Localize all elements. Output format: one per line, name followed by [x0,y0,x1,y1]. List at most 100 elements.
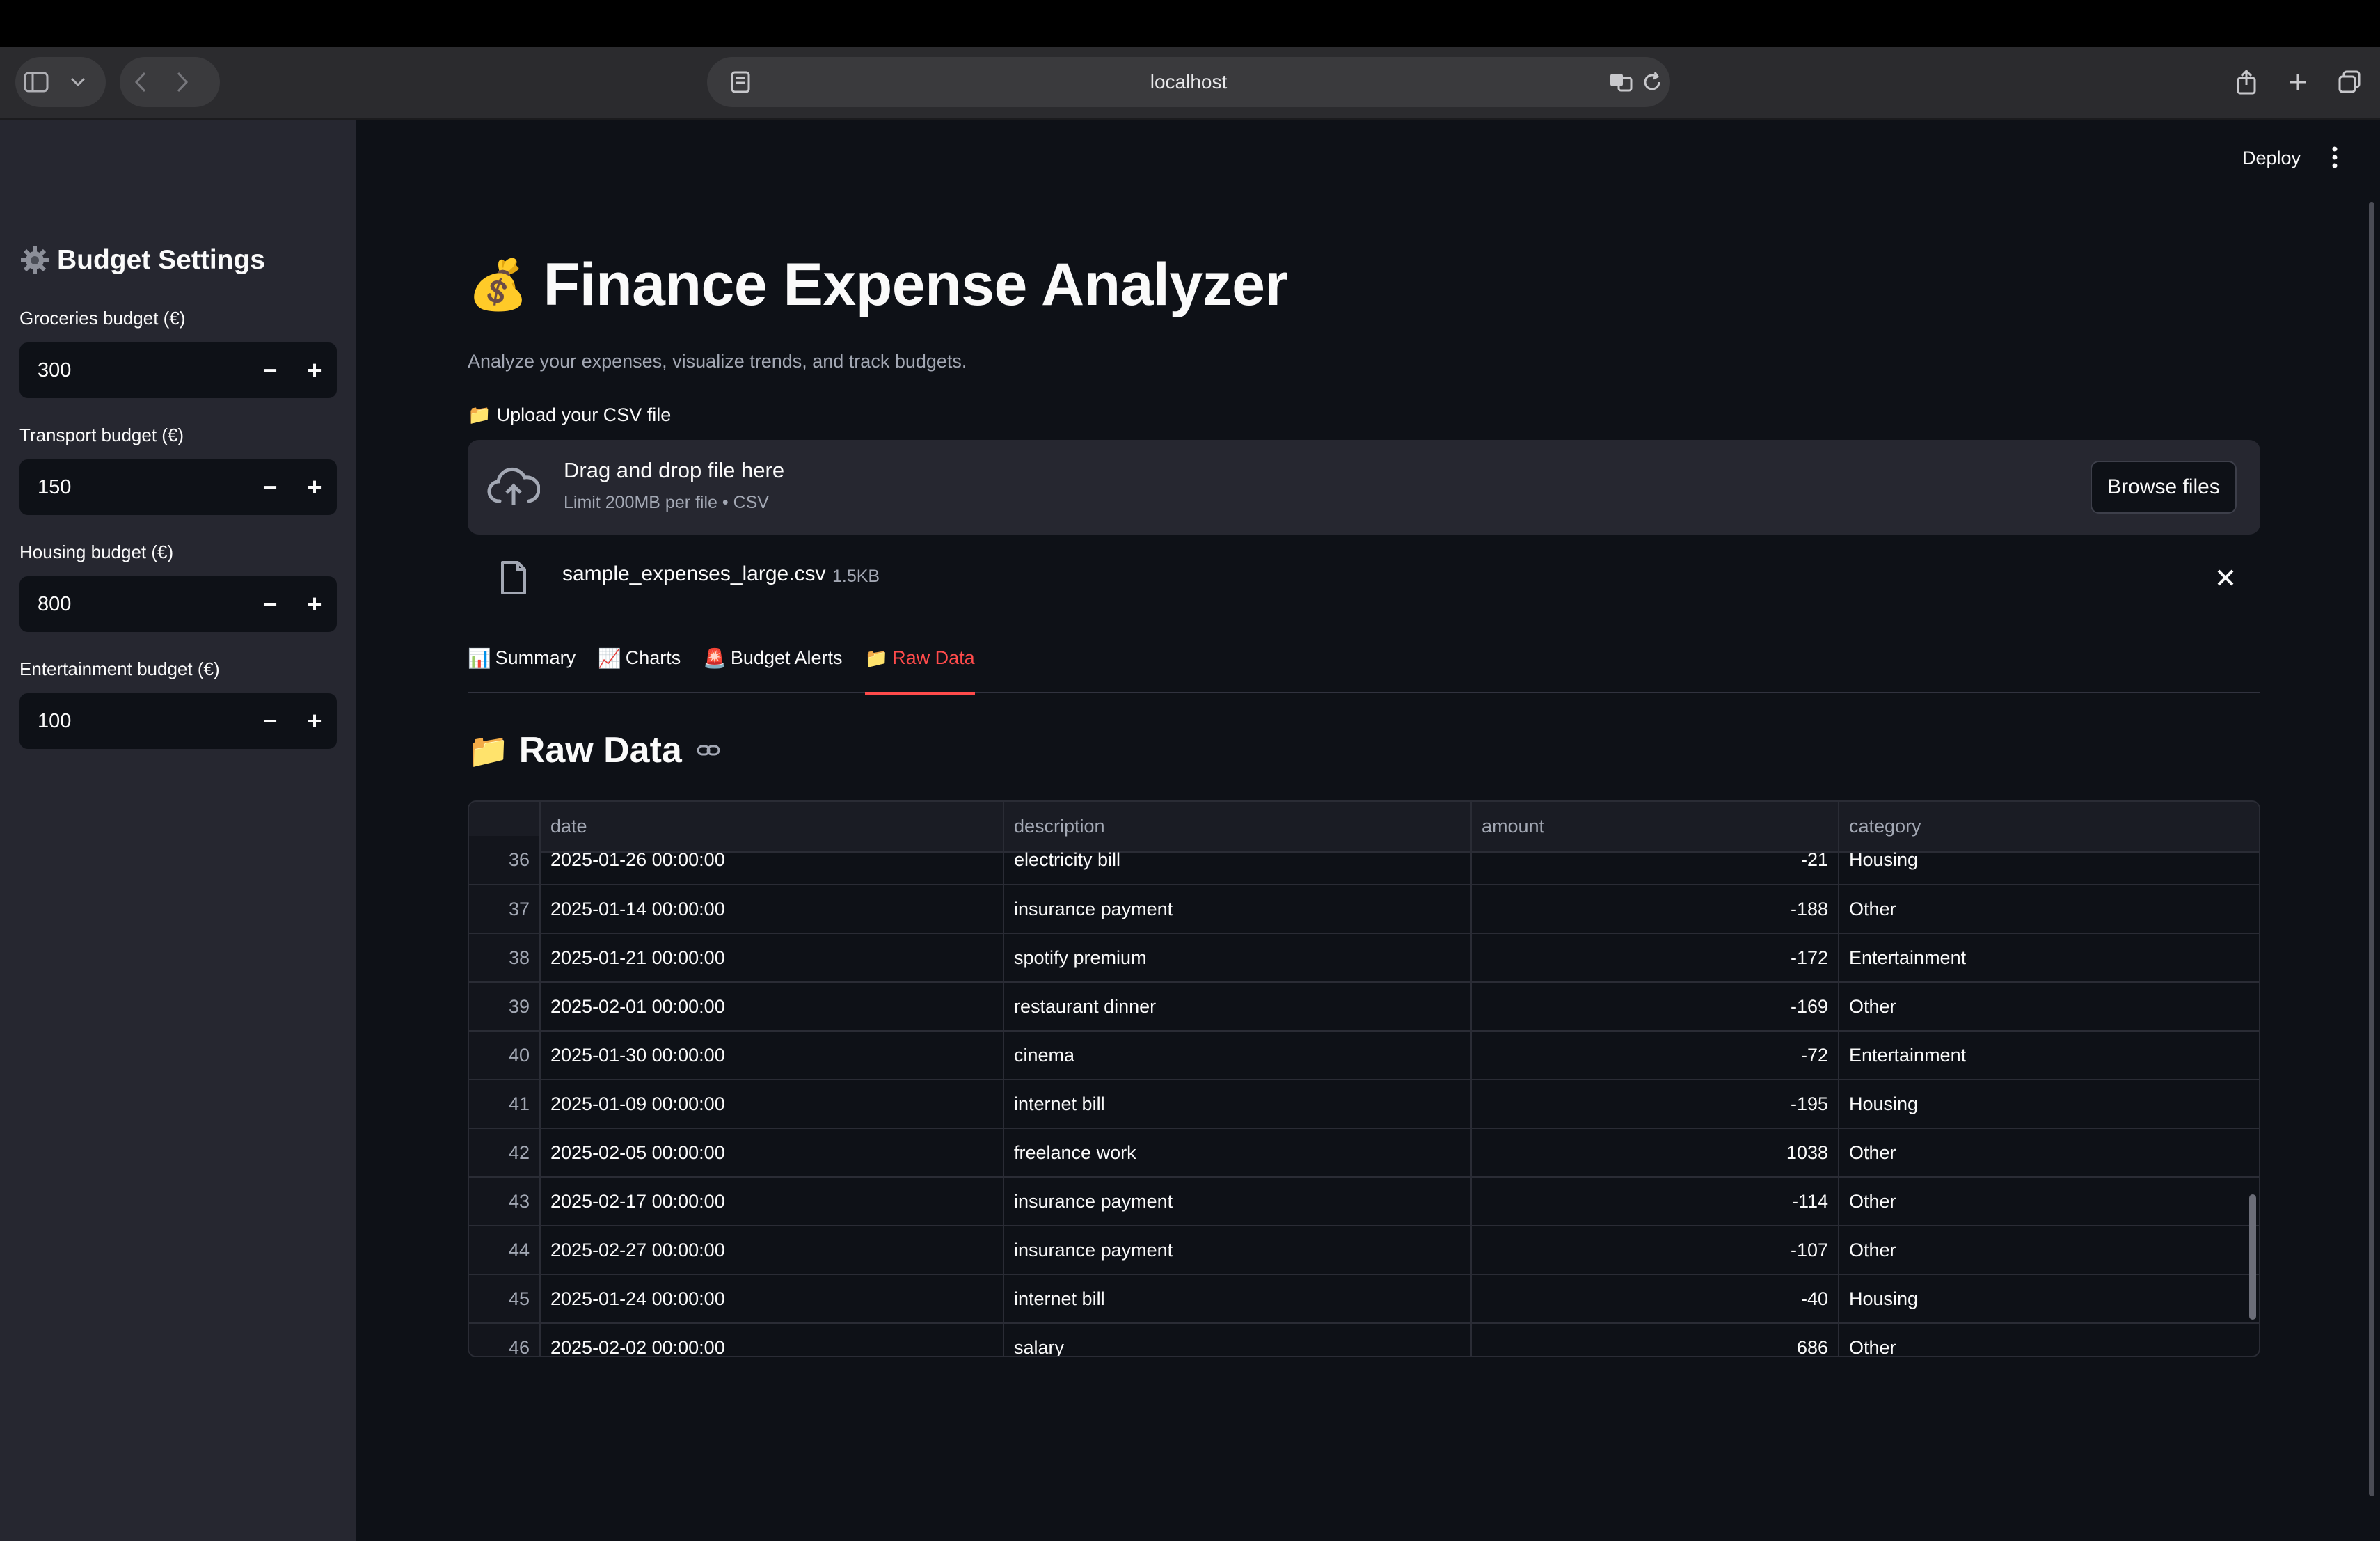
back-icon[interactable] [120,61,161,103]
description-cell[interactable]: internet bill [1003,1274,1472,1324]
description-cell[interactable]: spotify premium [1003,933,1472,983]
file-dropzone[interactable]: Drag and drop file here Limit 200MB per … [468,440,2260,535]
groceries-budget-value[interactable]: 300 [19,359,248,382]
date-cell[interactable]: 2025-01-30 00:00:00 [540,1031,1004,1080]
transport-budget-input[interactable]: 150 − + [19,459,337,515]
chevron-down-icon[interactable] [57,61,99,103]
groceries-budget-input[interactable]: 300 − + [19,342,337,398]
share-icon[interactable] [2226,61,2267,103]
category-cell[interactable]: Other [1839,1226,2259,1275]
link-icon[interactable] [696,738,721,763]
amount-cell[interactable]: -169 [1471,982,1839,1032]
row-index[interactable]: 42 [469,1128,541,1178]
description-cell[interactable]: insurance payment [1003,1177,1472,1226]
amount-cell[interactable]: -114 [1471,1177,1839,1226]
date-cell[interactable]: 2025-02-17 00:00:00 [540,1177,1004,1226]
category-cell[interactable]: Entertainment [1839,933,2259,983]
description-cell[interactable]: internet bill [1003,1080,1472,1129]
row-index[interactable]: 46 [469,1323,541,1356]
category-cell[interactable]: Other [1839,982,2259,1032]
increment-button[interactable]: + [292,576,337,632]
category-cell[interactable]: Other [1839,1128,2259,1178]
description-cell[interactable]: insurance payment [1003,885,1472,934]
table-row[interactable]: 45 2025-01-24 00:00:00 internet bill -40 Hou… [469,1274,2259,1324]
description-cell[interactable]: cinema [1003,1031,1472,1080]
decrement-button[interactable]: − [248,342,292,398]
tab-raw-data[interactable]: 📁 Raw Data [864,643,975,695]
category-cell[interactable]: Housing [1839,1080,2259,1129]
reload-icon[interactable] [1640,70,1665,95]
amount-cell[interactable]: -107 [1471,1226,1839,1275]
tab-summary[interactable]: 📊 Summary [468,643,576,693]
date-cell[interactable]: 2025-01-26 00:00:00 [540,836,1004,885]
housing-budget-input[interactable]: 800 − + [19,576,337,632]
table-row[interactable]: 43 2025-02-17 00:00:00 insurance payment -1… [469,1177,2259,1226]
data-table[interactable]: date description amount category 36 2025-… [468,800,2260,1357]
decrement-button[interactable]: − [248,576,292,632]
decrement-button[interactable]: − [248,693,292,749]
page-menu-icon[interactable] [728,70,753,95]
category-cell[interactable]: Housing [1839,836,2259,885]
address-bar[interactable]: localhost [707,57,1670,107]
entertainment-budget-input[interactable]: 100 − + [19,693,337,749]
entertainment-budget-value[interactable]: 100 [19,710,248,733]
tab-overview-icon[interactable] [2329,61,2370,103]
category-cell[interactable]: Other [1839,1177,2259,1226]
table-row[interactable]: 38 2025-01-21 00:00:00 spotify premium -172… [469,933,2259,983]
date-cell[interactable]: 2025-02-01 00:00:00 [540,982,1004,1032]
date-cell[interactable]: 2025-01-21 00:00:00 [540,933,1004,983]
row-index[interactable]: 45 [469,1274,541,1324]
more-menu-icon[interactable] [2324,143,2345,171]
amount-cell[interactable]: 1038 [1471,1128,1839,1178]
category-cell[interactable]: Entertainment [1839,1031,2259,1080]
date-cell[interactable]: 2025-02-27 00:00:00 [540,1226,1004,1275]
browse-files-button[interactable]: Browse files [2091,461,2237,514]
tab-budget-alerts[interactable]: 🚨 Budget Alerts [703,643,842,693]
new-tab-icon[interactable] [2277,61,2319,103]
table-row[interactable]: 42 2025-02-05 00:00:00 freelance work 1038 O… [469,1128,2259,1178]
amount-cell[interactable]: -172 [1471,933,1839,983]
table-row[interactable]: 39 2025-02-01 00:00:00 restaurant dinner -1… [469,982,2259,1032]
transport-budget-value[interactable]: 150 [19,476,248,499]
description-cell[interactable]: electricity bill [1003,836,1472,885]
decrement-button[interactable]: − [248,459,292,515]
row-index[interactable]: 44 [469,1226,541,1275]
tab-charts[interactable]: 📈 Charts [598,643,681,693]
amount-cell[interactable]: -21 [1471,836,1839,885]
description-cell[interactable]: freelance work [1003,1128,1472,1178]
category-cell[interactable]: Other [1839,885,2259,934]
description-cell[interactable]: insurance payment [1003,1226,1472,1275]
description-cell[interactable]: salary [1003,1323,1472,1356]
row-index[interactable]: 38 [469,933,541,983]
table-scrollbar[interactable] [2249,1194,2256,1320]
date-cell[interactable]: 2025-02-02 00:00:00 [540,1323,1004,1356]
category-cell[interactable]: Housing [1839,1274,2259,1324]
close-icon[interactable] [2213,565,2238,590]
table-row[interactable]: 46 2025-02-02 00:00:00 salary 686 Other [469,1323,2259,1356]
table-row[interactable]: 44 2025-02-27 00:00:00 insurance payment -1… [469,1226,2259,1275]
description-cell[interactable]: restaurant dinner [1003,982,1472,1032]
row-index[interactable]: 37 [469,885,541,934]
row-index[interactable]: 39 [469,982,541,1032]
row-index[interactable]: 43 [469,1177,541,1226]
row-index[interactable]: 36 [469,836,541,885]
table-row[interactable]: 41 2025-01-09 00:00:00 internet bill -195 Ho… [469,1080,2259,1129]
increment-button[interactable]: + [292,459,337,515]
date-cell[interactable]: 2025-02-05 00:00:00 [540,1128,1004,1178]
amount-cell[interactable]: -40 [1471,1274,1839,1324]
date-cell[interactable]: 2025-01-14 00:00:00 [540,885,1004,934]
amount-cell[interactable]: -72 [1471,1031,1839,1080]
deploy-button[interactable]: Deploy [2242,148,2301,169]
translate-icon[interactable] [1609,70,1634,95]
housing-budget-value[interactable]: 800 [19,593,248,616]
increment-button[interactable]: + [292,693,337,749]
row-index[interactable]: 41 [469,1080,541,1129]
category-cell[interactable]: Other [1839,1323,2259,1356]
sidebar-toggle-icon[interactable] [15,61,57,103]
sidebar-toggle-group[interactable] [15,57,106,107]
page-scrollbar[interactable] [2369,202,2374,1496]
row-index[interactable]: 40 [469,1031,541,1080]
amount-cell[interactable]: -188 [1471,885,1839,934]
table-row[interactable]: 37 2025-01-14 00:00:00 insurance payment -1… [469,885,2259,934]
forward-icon[interactable] [161,61,203,103]
